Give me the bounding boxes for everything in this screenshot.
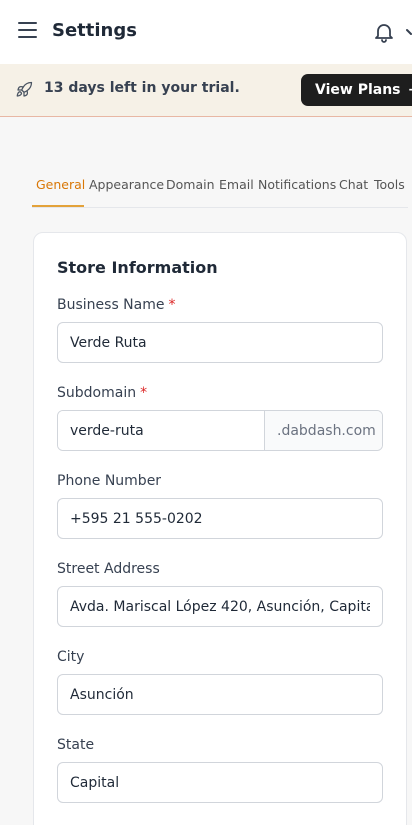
subdomain-field: .dabdash.com	[57, 410, 383, 451]
city-input[interactable]	[57, 674, 383, 715]
subdomain-label-text: Subdomain	[57, 385, 137, 401]
city-label: City	[57, 649, 85, 665]
business-name-label: Business Name *	[57, 297, 176, 313]
menu-icon[interactable]	[18, 22, 38, 42]
settings-tabs: General Appearance Domain Email Notifica…	[32, 174, 408, 208]
tab-chat[interactable]: Chat	[339, 177, 368, 192]
rocket-icon	[16, 81, 33, 97]
phone-number-input[interactable]	[57, 498, 383, 539]
tab-appearance[interactable]: Appearance	[89, 177, 164, 192]
page-title: Settings	[52, 20, 137, 41]
subdomain-suffix: .dabdash.com	[265, 411, 382, 450]
required-marker: *	[140, 385, 148, 401]
business-name-input[interactable]	[57, 322, 383, 363]
state-label: State	[57, 737, 95, 753]
section-title: Store Information	[57, 258, 218, 277]
tab-domain[interactable]: Domain	[166, 177, 215, 192]
state-input[interactable]	[57, 762, 383, 803]
top-bar: Settings	[0, 0, 412, 64]
subdomain-input[interactable]	[58, 411, 265, 450]
phone-number-label: Phone Number	[57, 473, 162, 489]
business-name-label-text: Business Name	[57, 297, 165, 313]
chevron-down-icon[interactable]	[406, 24, 412, 40]
street-address-input[interactable]	[57, 586, 383, 627]
tab-general[interactable]: General	[36, 177, 85, 192]
tab-email[interactable]: Email	[219, 177, 254, 192]
arrow-right-icon: →	[409, 82, 412, 98]
tab-notifications[interactable]: Notifications	[258, 177, 336, 192]
required-marker: *	[168, 297, 176, 313]
bell-icon[interactable]	[372, 20, 396, 44]
active-tab-indicator	[32, 205, 84, 207]
view-plans-button[interactable]: View Plans →	[301, 74, 412, 106]
subdomain-label: Subdomain *	[57, 385, 147, 401]
trial-text: 13 days left in your trial.	[44, 80, 240, 96]
street-address-label: Street Address	[57, 561, 160, 577]
tab-tools[interactable]: Tools	[374, 177, 405, 192]
view-plans-label: View Plans	[315, 82, 401, 98]
